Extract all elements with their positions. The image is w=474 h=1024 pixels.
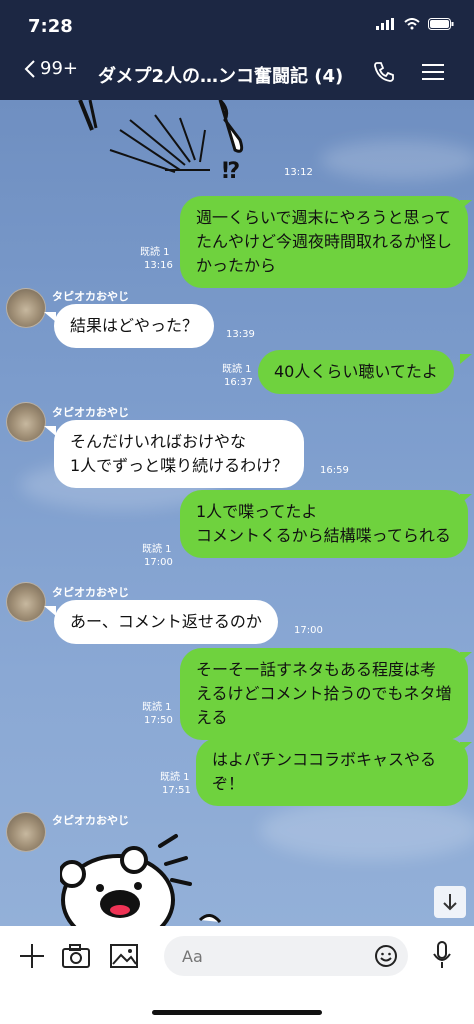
battery-icon [428,18,454,30]
avatar[interactable] [6,812,46,852]
message-bubble-outgoing[interactable]: はよパチンココラボキャスやるぞ！ [196,738,468,806]
camera-icon[interactable] [62,944,90,968]
read-receipt: 既読 1 [142,702,172,713]
sender-name: タピオカおやじ [52,586,129,599]
message-bubble-outgoing[interactable]: そーそー話すネタもある程度は考えるけどコメント拾うのでもネタ増える [180,648,468,740]
nav-bar: 99+ ダメプ2人の…ンコ奮闘記 (4) [0,58,474,94]
message-bubble-incoming[interactable]: 結果はどやった？ [54,304,215,348]
svg-text:⁉: ⁉ [222,159,240,180]
message-time: 13:39 [226,329,255,340]
chevron-left-icon [24,59,35,78]
message-time: 16:59 [320,465,349,476]
message-bubble-outgoing[interactable]: 40人くらい聴いてたよ [258,350,454,394]
cloud [260,800,474,860]
scroll-down-button[interactable] [434,886,466,918]
plus-icon[interactable] [18,942,46,970]
home-indicator [152,1010,322,1015]
menu-button[interactable] [422,64,444,84]
microphone-icon[interactable] [430,940,454,972]
read-receipt: 既読 1 [142,544,172,555]
status-icons [376,18,454,30]
sender-name: タピオカおやじ [52,406,129,419]
bubble-tail [460,652,472,662]
message-time: 17:00 [144,557,173,568]
message-bubble-incoming[interactable]: そんだけいればおけやな 1人でずっと喋り続けるわけ？ [54,420,305,488]
message-input[interactable] [180,946,364,967]
bubble-tail [460,494,472,504]
arrow-down-icon [443,894,457,911]
sticker-image[interactable]: ⁉ [70,100,260,180]
chat-title: ダメプ2人の…ンコ奮闘記 (4) [98,66,344,87]
message-input-wrapper [164,936,408,976]
avatar[interactable] [6,582,46,622]
read-receipt: 既読 1 [222,364,252,375]
wifi-icon [404,18,420,30]
bubble-tail [460,742,472,752]
bear-sticker-image[interactable] [60,830,240,926]
status-time: 7:28 [28,16,73,37]
app-header: 7:28 99+ ダメプ2人の…ンコ奮闘記 (4) [0,0,474,100]
message-time: 16:37 [224,377,253,388]
call-button[interactable] [372,60,396,88]
emoji-icon[interactable] [374,944,398,968]
unread-count: 99+ [40,58,78,79]
sender-name: タピオカおやじ [52,290,129,303]
image-icon[interactable] [110,944,138,968]
cloud [320,140,474,180]
message-time: 17:50 [144,715,173,726]
message-time: 13:12 [284,167,313,178]
message-bubble-outgoing[interactable]: 週一くらいで週末にやろうと思ってたんやけど今週夜時間取れるか怪しかったから [180,196,468,288]
message-time: 17:00 [294,625,323,636]
signal-icon [376,18,394,30]
chat-area[interactable]: ⁉ 13:12 既読 1 13:16 週一くらいで週末にやろうと思ってたんやけど… [0,100,474,926]
avatar[interactable] [6,288,46,328]
message-bubble-outgoing[interactable]: 1人で喋ってたよ コメントくるから結構喋ってられる [180,490,468,558]
read-receipt: 既読 1 [140,247,170,258]
back-button[interactable]: 99+ [24,58,78,79]
message-bubble-incoming[interactable]: あー、コメント返せるのか [54,600,278,644]
read-receipt: 既読 1 [160,772,190,783]
input-bar [0,926,474,1024]
bubble-tail [460,354,472,364]
phone-icon [374,62,394,82]
hamburger-icon [422,64,444,80]
message-time: 17:51 [162,785,191,796]
sender-name: タピオカおやじ [52,814,129,827]
bubble-tail [460,200,472,210]
avatar[interactable] [6,402,46,442]
message-time: 13:16 [144,260,173,271]
